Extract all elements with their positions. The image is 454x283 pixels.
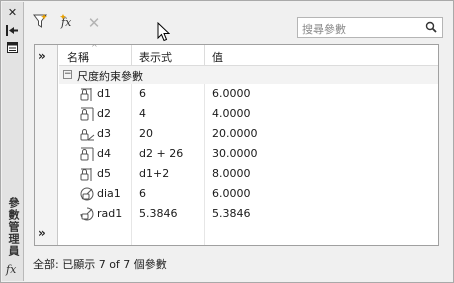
linear-dimension-icon [80,107,94,121]
group-row[interactable]: − 尺度約束參數 [59,66,438,84]
parameter-expression[interactable]: d1+2 [139,167,169,180]
parameters-manager-window: ✕ 參數管理員 fx fx ✕ 搜尋參數 » » 名稱 ^ 表示式 值 − 尺度… [0,0,454,283]
close-icon[interactable]: ✕ [5,6,20,19]
parameter-value: 30.0000 [212,147,258,160]
new-user-parameter-button[interactable]: fx [58,13,78,33]
grid-header: 名稱 ^ 表示式 值 [59,43,438,66]
column-header-name[interactable]: 名稱 [67,49,89,65]
parameter-value: 8.0000 [212,167,251,180]
table-row[interactable]: rad1 5.3846 5.3846 [59,205,438,223]
delete-x-icon[interactable]: ✕ [84,13,104,33]
column-separator[interactable] [204,45,205,65]
parameter-value: 5.3846 [212,207,251,220]
filter-icon[interactable] [31,13,51,33]
collapse-icon[interactable]: − [63,70,72,79]
parameters-grid: » » 名稱 ^ 表示式 值 − 尺度約束參數 d1 6 6.0000 d2 4 [34,43,439,246]
diameter-dimension-icon [80,187,94,201]
properties-icon[interactable] [5,42,20,55]
parameter-name: dia1 [97,187,121,200]
parameter-value: 6.0000 [212,87,251,100]
linear-dimension-icon [80,147,94,161]
parameter-expression[interactable]: 4 [139,107,146,120]
table-row[interactable]: d5 d1+2 8.0000 [59,165,438,183]
parameter-name: d4 [97,147,111,160]
table-row[interactable]: d3 20 20.0000 [59,125,438,143]
parameter-expression[interactable]: 20 [139,127,153,140]
column-separator[interactable] [131,45,132,65]
parameter-name: d1 [97,87,111,100]
fx-icon: fx [6,263,17,276]
expand-filter-tree-bottom-icon[interactable]: » [38,226,46,240]
parameter-name: rad1 [97,207,123,220]
column-header-value[interactable]: 值 [212,49,223,65]
parameter-expression[interactable]: 6 [139,87,146,100]
table-row[interactable]: dia1 6 6.0000 [59,185,438,203]
table-row[interactable]: d2 4 4.0000 [59,105,438,123]
parameter-name: d3 [97,127,111,140]
search-icon[interactable] [425,21,437,36]
expand-filter-tree-icon[interactable]: » [38,49,46,63]
parameter-name: d2 [97,107,111,120]
mouse-cursor-icon [157,22,170,42]
parameter-expression[interactable]: d2 + 26 [139,147,183,160]
sort-ascending-icon: ^ [91,43,98,52]
table-row[interactable]: d1 6 6.0000 [59,85,438,103]
group-label: 尺度約束參數 [77,70,143,83]
search-input[interactable]: 搜尋參數 [302,21,346,37]
filter-tree-column: » » [35,45,58,245]
parameter-value: 20.0000 [212,127,258,140]
parameter-value: 6.0000 [212,187,251,200]
angular-dimension-icon [80,129,95,141]
palette-sidebar: ✕ 參數管理員 fx [2,2,24,281]
table-row[interactable]: d4 d2 + 26 30.0000 [59,145,438,163]
parameter-name: d5 [97,167,111,180]
parameter-expression[interactable]: 6 [139,187,146,200]
svg-text:fx: fx [60,16,72,29]
palette-title: 參數管理員 [7,197,20,257]
search-box[interactable]: 搜尋參數 [297,17,443,38]
radius-dimension-icon [80,207,94,221]
parameter-expression[interactable]: 5.3846 [139,207,178,220]
parameter-value: 4.0000 [212,107,251,120]
column-header-expression[interactable]: 表示式 [139,49,172,65]
status-text: 全部: 已顯示 7 of 7 個參數 [33,258,167,271]
linear-dimension-icon [80,168,92,181]
linear-dimension-icon [80,88,92,101]
autohide-icon[interactable] [5,25,20,38]
